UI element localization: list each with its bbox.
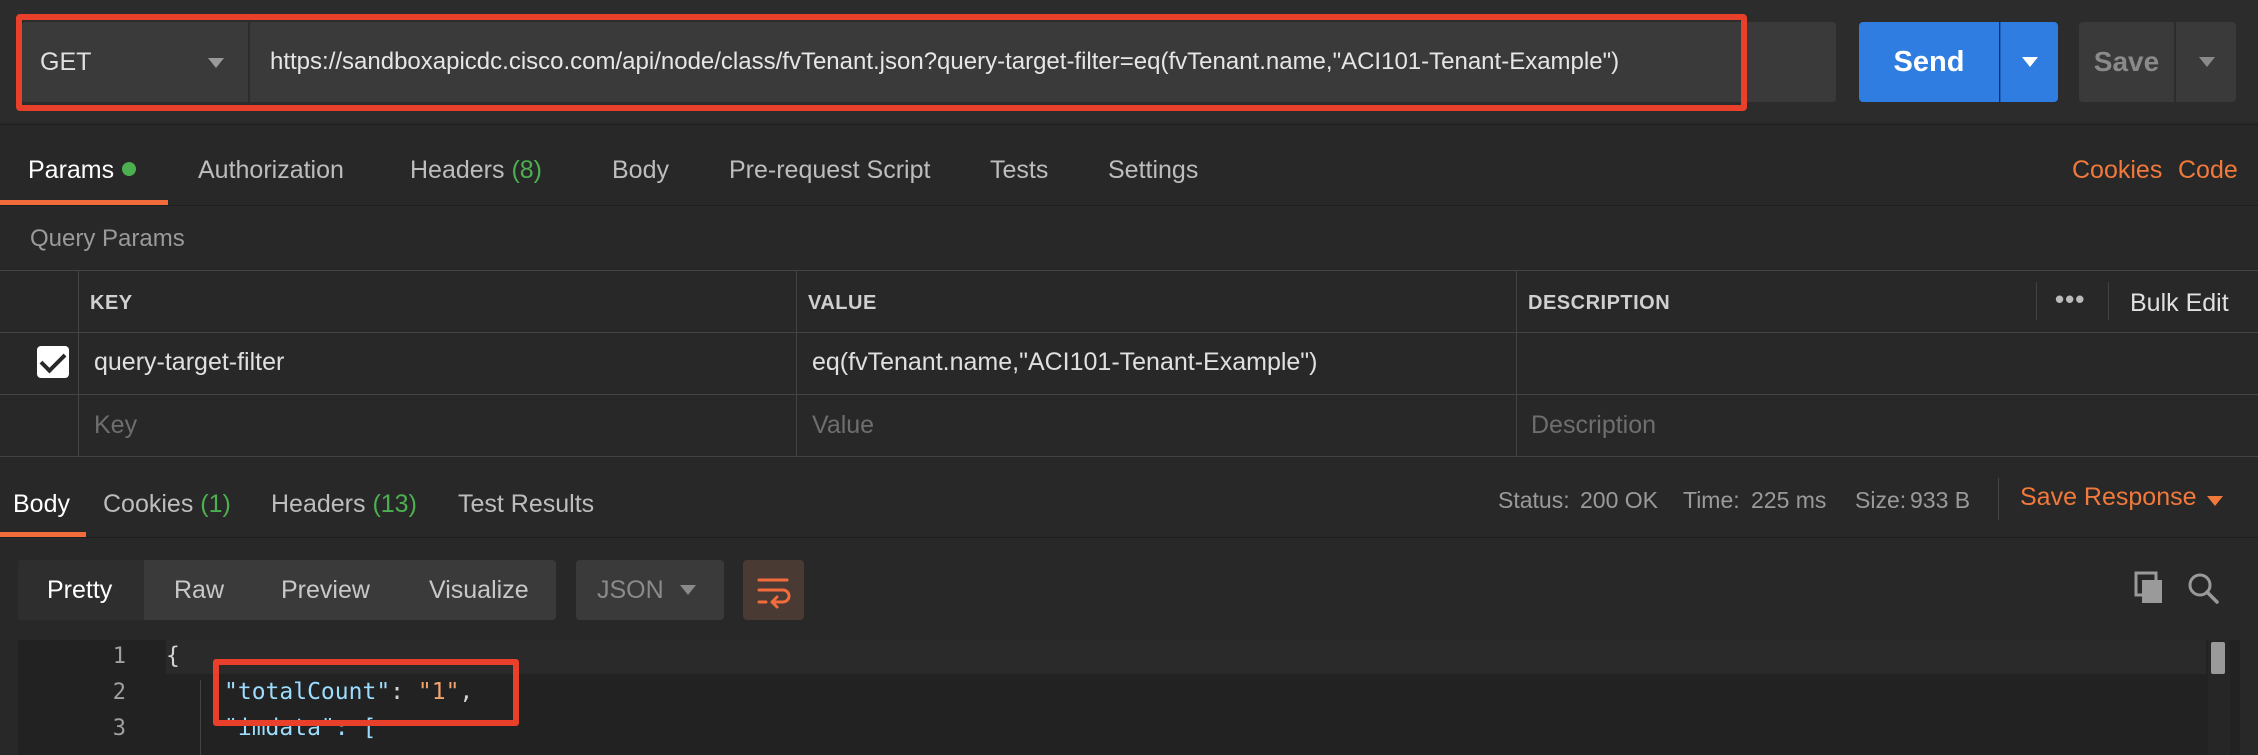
chevron-down-icon <box>680 585 696 595</box>
copy-icon[interactable] <box>2134 571 2164 605</box>
tab-headers-label: Headers <box>410 156 505 184</box>
tab-test-results[interactable]: Test Results <box>458 490 594 519</box>
status-value: 200 OK <box>1580 487 1658 513</box>
save-button[interactable]: Save <box>2079 22 2174 102</box>
response-headers-count: (13) <box>372 490 417 518</box>
tab-params-label: Params <box>28 156 115 184</box>
column-header-description: DESCRIPTION <box>1528 292 1671 314</box>
divider <box>0 394 2258 395</box>
tab-body[interactable]: Body <box>612 156 669 185</box>
time-value: 225 ms <box>1751 487 1827 513</box>
params-active-dot <box>122 162 137 176</box>
tab-response-cookies[interactable]: Cookies (1) <box>103 490 231 519</box>
code-line-1: { <box>166 643 180 669</box>
line-number: 2 <box>112 680 126 705</box>
divider <box>796 270 797 456</box>
view-pretty-button[interactable]: Pretty <box>47 576 112 605</box>
bulk-edit-link[interactable]: Bulk Edit <box>2130 289 2229 318</box>
wrap-lines-button[interactable] <box>743 560 804 620</box>
scrollbar-thumb[interactable] <box>2211 642 2225 674</box>
time-label: Time: <box>1683 487 1740 513</box>
divider <box>0 456 2258 457</box>
new-param-value-input[interactable]: Value <box>812 411 874 440</box>
chevron-down-icon[interactable] <box>2207 496 2223 506</box>
query-params-title: Query Params <box>30 225 185 252</box>
param-value-cell[interactable]: eq(fvTenant.name,"ACI101-Tenant-Example"… <box>812 348 1318 377</box>
save-options-button[interactable] <box>2175 22 2236 102</box>
more-options-icon[interactable]: ••• <box>2055 284 2085 315</box>
line-number: 1 <box>112 644 126 669</box>
tab-params[interactable]: Params <box>28 156 137 185</box>
active-tab-indicator <box>0 532 86 537</box>
line-number: 3 <box>112 716 126 741</box>
cookies-count: (1) <box>200 490 231 518</box>
divider <box>1516 270 1517 456</box>
view-preview-button[interactable]: Preview <box>281 576 370 605</box>
tab-prerequest-script[interactable]: Pre-request Script <box>729 156 930 185</box>
column-header-key: KEY <box>90 292 133 314</box>
tab-headers[interactable]: Headers (8) <box>410 156 542 185</box>
new-param-description-input[interactable]: Description <box>1531 411 1656 440</box>
divider <box>0 332 2258 333</box>
new-param-key-input[interactable]: Key <box>94 411 137 440</box>
tab-settings[interactable]: Settings <box>1108 156 1198 185</box>
view-visualize-button[interactable]: Visualize <box>429 576 529 605</box>
save-response-button[interactable]: Save Response <box>2020 483 2197 512</box>
tab-response-cookies-label: Cookies <box>103 490 194 518</box>
chevron-down-icon <box>2199 57 2215 67</box>
format-value: JSON <box>597 576 664 604</box>
headers-count: (8) <box>511 156 543 184</box>
send-button[interactable]: Send <box>1859 22 1999 102</box>
tab-response-headers-label: Headers <box>271 490 366 518</box>
column-header-value: VALUE <box>808 292 877 314</box>
indent-guide <box>200 680 201 755</box>
cookies-link[interactable]: Cookies <box>2072 156 2162 185</box>
size-label: Size: <box>1855 487 1907 513</box>
tab-tests[interactable]: Tests <box>990 156 1048 185</box>
divider <box>2036 282 2037 320</box>
active-tab-indicator <box>0 200 168 205</box>
tab-authorization[interactable]: Authorization <box>198 156 344 185</box>
param-key-cell[interactable]: query-target-filter <box>94 348 284 377</box>
total-count-highlight-annotation <box>213 659 519 726</box>
view-raw-button[interactable]: Raw <box>174 576 224 605</box>
status-label: Status: <box>1498 487 1570 513</box>
divider <box>78 270 79 456</box>
tab-response-body[interactable]: Body <box>13 490 70 519</box>
param-enabled-checkbox[interactable] <box>37 346 69 378</box>
tab-response-headers[interactable]: Headers (13) <box>271 490 417 519</box>
search-icon[interactable] <box>2186 571 2220 605</box>
wrap-lines-icon <box>757 578 791 609</box>
divider <box>2108 282 2109 320</box>
send-options-button[interactable] <box>2000 22 2058 102</box>
url-highlight-annotation <box>16 14 1747 111</box>
divider <box>1998 478 1999 520</box>
chevron-down-icon <box>2022 57 2038 67</box>
size-value: 933 B <box>1910 487 1971 513</box>
code-link[interactable]: Code <box>2178 156 2238 185</box>
